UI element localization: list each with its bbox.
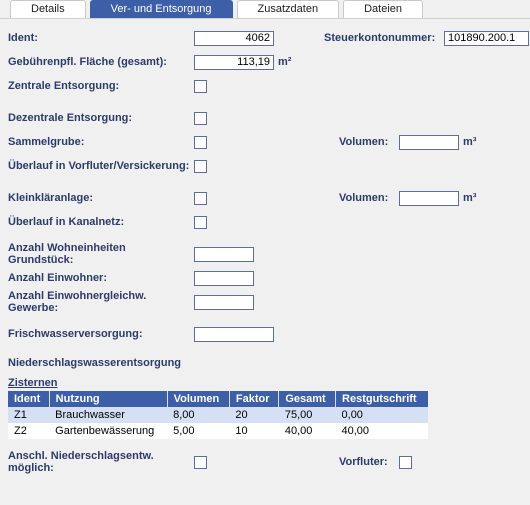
cell-nutzung: Gartenbewässerung — [49, 423, 167, 439]
tab-ver-entsorgung[interactable]: Ver- und Entsorgung — [90, 0, 233, 18]
cell-faktor: 20 — [229, 407, 279, 423]
tab-zusatzdaten[interactable]: Zusatzdaten — [237, 0, 340, 18]
link-zisternen[interactable]: Zisternen — [8, 377, 58, 389]
cell-volumen: 8,00 — [167, 407, 229, 423]
label-volumen-1: Volumen: — [339, 136, 399, 148]
label-frischwasser: Frischwasserversorgung: — [8, 328, 194, 340]
input-einwohnergleich[interactable] — [194, 295, 254, 310]
cell-volumen: 5,00 — [167, 423, 229, 439]
label-ident: Ident: — [8, 32, 194, 44]
th-ident[interactable]: Ident — [8, 391, 49, 407]
checkbox-vorfluter[interactable] — [399, 456, 412, 469]
checkbox-sammelgrube[interactable] — [194, 136, 207, 149]
cell-rest: 0,00 — [336, 407, 428, 423]
checkbox-dezentrale[interactable] — [194, 112, 207, 125]
input-wohneinheiten[interactable] — [194, 247, 254, 262]
input-volumen-1[interactable] — [399, 135, 459, 150]
th-gesamt[interactable]: Gesamt — [279, 391, 336, 407]
cell-faktor: 10 — [229, 423, 279, 439]
cell-ident: Z1 — [8, 407, 49, 423]
label-steuerkonto: Steuerkontonummer: — [324, 32, 444, 44]
label-anschl: Anschl. Niederschlagsentw. möglich: — [8, 450, 194, 474]
checkbox-ueberlauf-kanal[interactable] — [194, 216, 207, 229]
tab-details[interactable]: Details — [10, 0, 86, 18]
cell-nutzung: Brauchwasser — [49, 407, 167, 423]
checkbox-kleinklaer[interactable] — [194, 192, 207, 205]
label-flaeche: Gebührenpfl. Fläche (gesamt): — [8, 56, 194, 68]
cell-rest: 40,00 — [336, 423, 428, 439]
tab-dateien[interactable]: Dateien — [343, 0, 423, 18]
input-flaeche[interactable] — [194, 55, 274, 70]
tab-bar: Details Ver- und Entsorgung Zusatzdaten … — [0, 0, 530, 19]
checkbox-anschl[interactable] — [194, 456, 207, 469]
cell-gesamt: 40,00 — [279, 423, 336, 439]
panel-ver-entsorgung: Ident: Steuerkontonummer: Gebührenpfl. F… — [0, 19, 530, 471]
label-volumen-2: Volumen: — [339, 192, 399, 204]
unit-volumen-2: m³ — [463, 192, 479, 204]
unit-volumen-1: m³ — [463, 136, 479, 148]
label-kleinklaer: Kleinkläranlage: — [8, 192, 194, 204]
label-dezentrale: Dezentrale Entsorgung: — [8, 112, 194, 124]
th-volumen[interactable]: Volumen — [167, 391, 229, 407]
th-nutzung[interactable]: Nutzung — [49, 391, 167, 407]
label-einwohner: Anzahl Einwohner: — [8, 272, 194, 284]
table-zisternen: Ident Nutzung Volumen Faktor Gesamt Rest… — [8, 391, 428, 439]
title-niederschlag: Niederschlagswasserentsorgung — [8, 357, 522, 369]
label-vorfluter: Vorfluter: — [339, 456, 399, 468]
input-frischwasser[interactable] — [194, 327, 274, 342]
input-einwohner[interactable] — [194, 271, 254, 286]
table-row[interactable]: Z1Brauchwasser8,002075,000,00 — [8, 407, 428, 423]
checkbox-ueberlauf-vorfluter[interactable] — [194, 160, 207, 173]
input-steuerkonto[interactable] — [444, 31, 529, 46]
label-zentrale: Zentrale Entsorgung: — [8, 80, 194, 92]
label-ueberlauf-vorfluter: Überlauf in Vorfluter/Versickerung: — [8, 160, 194, 172]
label-einwohnergleich: Anzahl Einwohnergleichw. Gewerbe: — [8, 290, 194, 314]
label-ueberlauf-kanal: Überlauf in Kanalnetz: — [8, 216, 194, 228]
cell-gesamt: 75,00 — [279, 407, 336, 423]
input-volumen-2[interactable] — [399, 191, 459, 206]
label-sammelgrube: Sammelgrube: — [8, 136, 194, 148]
table-row[interactable]: Z2Gartenbewässerung5,001040,0040,00 — [8, 423, 428, 439]
input-ident[interactable] — [194, 31, 274, 46]
cell-ident: Z2 — [8, 423, 49, 439]
checkbox-zentrale[interactable] — [194, 80, 207, 93]
th-rest[interactable]: Restgutschrift — [336, 391, 428, 407]
unit-flaeche: m² — [278, 56, 294, 68]
label-wohneinheiten: Anzahl Wohneinheiten Grundstück: — [8, 242, 194, 266]
th-faktor[interactable]: Faktor — [229, 391, 279, 407]
